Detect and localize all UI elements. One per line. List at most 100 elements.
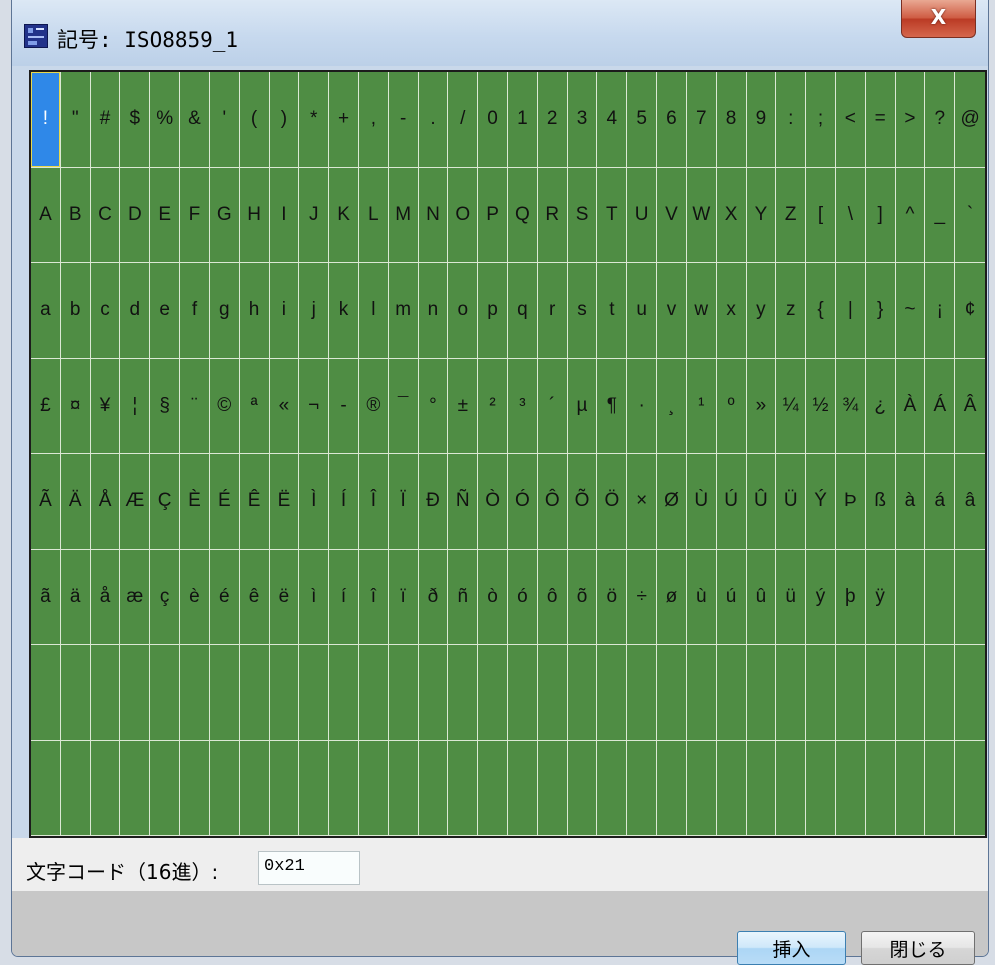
char-cell[interactable]: > [895,72,926,168]
char-cell[interactable]: d [120,263,151,359]
char-cell[interactable] [865,645,896,741]
char-cell[interactable]: # [90,72,121,168]
char-cell[interactable] [686,645,717,741]
char-cell[interactable]: ý [806,549,836,645]
char-cell[interactable]: X [716,167,747,263]
char-cell[interactable] [686,740,717,836]
char-cell[interactable]: Ø [657,454,687,550]
char-cell[interactable]: & [180,72,210,168]
insert-button[interactable]: 挿入 [737,931,846,965]
char-cell[interactable]: V [657,167,687,263]
char-cell[interactable]: ¤ [60,358,91,454]
char-cell[interactable]: Y [746,167,777,263]
char-cell[interactable]: Þ [835,454,866,550]
char-cell[interactable] [835,740,866,836]
char-cell[interactable]: ü [776,549,807,645]
char-cell[interactable] [776,740,807,836]
char-cell[interactable]: þ [835,549,866,645]
char-cell[interactable]: Ç [150,454,181,550]
char-cell[interactable]: É [209,454,240,550]
char-cell[interactable]: k [329,263,359,359]
char-cell[interactable] [90,740,121,836]
char-cell[interactable]: ê [239,549,270,645]
char-cell[interactable] [60,740,91,836]
char-cell[interactable]: L [358,167,389,263]
char-cell[interactable] [269,645,300,741]
char-cell[interactable] [31,645,61,741]
char-cell[interactable]: ø [657,549,687,645]
char-cell[interactable]: _ [925,167,956,263]
char-cell[interactable]: µ [567,358,598,454]
char-cell[interactable]: ¼ [776,358,807,454]
char-cell[interactable]: ~ [895,263,926,359]
char-cell[interactable]: ± [448,358,479,454]
char-cell[interactable]: . [418,72,449,168]
char-cell[interactable]: W [686,167,717,263]
char-cell[interactable]: ì [299,549,330,645]
char-cell[interactable] [418,740,449,836]
char-cell[interactable] [776,645,807,741]
char-cell[interactable] [90,645,121,741]
char-cell[interactable] [806,740,836,836]
char-cell[interactable]: K [329,167,359,263]
char-cell[interactable]: ¾ [835,358,866,454]
char-cell[interactable] [120,645,151,741]
char-cell[interactable]: Í [329,454,359,550]
char-cell[interactable]: ð [418,549,449,645]
char-cell[interactable] [746,645,777,741]
char-cell[interactable]: u [627,263,658,359]
char-cell[interactable]: Ù [686,454,717,550]
char-cell[interactable]: G [209,167,240,263]
char-cell[interactable] [448,740,479,836]
char-cell[interactable]: Â [955,359,985,454]
char-cell[interactable]: B [60,167,91,263]
char-cell[interactable]: Ü [776,454,807,550]
char-cell[interactable]: j [299,263,330,359]
char-cell[interactable]: ' [209,72,240,168]
char-cell[interactable]: ÷ [627,549,658,645]
char-cell[interactable]: ³ [508,358,538,454]
char-cell[interactable]: % [150,72,181,168]
char-cell[interactable]: ä [60,549,91,645]
char-cell[interactable] [358,645,389,741]
char-cell[interactable]: Æ [120,454,151,550]
char-cell[interactable] [925,645,956,741]
char-cell[interactable] [567,645,598,741]
char-cell[interactable]: E [150,167,181,263]
char-cell[interactable]: á [925,454,956,550]
char-cell[interactable] [627,645,658,741]
char-cell[interactable]: R [537,167,568,263]
char-cell[interactable]: a [31,263,61,359]
char-cell[interactable]: Ó [508,454,538,550]
char-cell[interactable]: U [627,167,658,263]
char-cell[interactable]: \ [835,167,866,263]
char-cell[interactable] [895,645,926,741]
char-cell[interactable]: ¯ [388,358,419,454]
char-cell[interactable] [657,740,687,836]
char-cell[interactable]: g [209,263,240,359]
char-cell[interactable]: ú [716,549,747,645]
char-cell[interactable] [508,740,538,836]
char-cell[interactable] [716,740,747,836]
char-cell[interactable]: : [776,72,807,168]
char-cell[interactable]: n [418,263,449,359]
char-cell[interactable] [597,645,628,741]
char-cell[interactable]: P [478,167,508,263]
char-cell[interactable]: 4 [597,72,628,168]
char-cell[interactable]: s [567,263,598,359]
char-cell[interactable] [269,740,300,836]
char-cell[interactable]: ¬ [299,358,330,454]
char-cell[interactable] [120,740,151,836]
char-cell[interactable] [597,740,628,836]
char-cell[interactable] [239,645,270,741]
char-cell[interactable]: < [835,72,866,168]
char-cell[interactable]: ( [239,72,270,168]
close-window-button[interactable]: X [901,0,976,38]
char-cell[interactable] [329,740,359,836]
char-cell[interactable]: Ú [716,454,747,550]
char-cell[interactable]: Ô [537,454,568,550]
char-cell[interactable]: = [865,72,896,168]
char-cell[interactable]: v [657,263,687,359]
char-cell[interactable]: Ì [299,454,330,550]
title-bar[interactable]: 記号: ISO8859_1 X [12,0,988,66]
